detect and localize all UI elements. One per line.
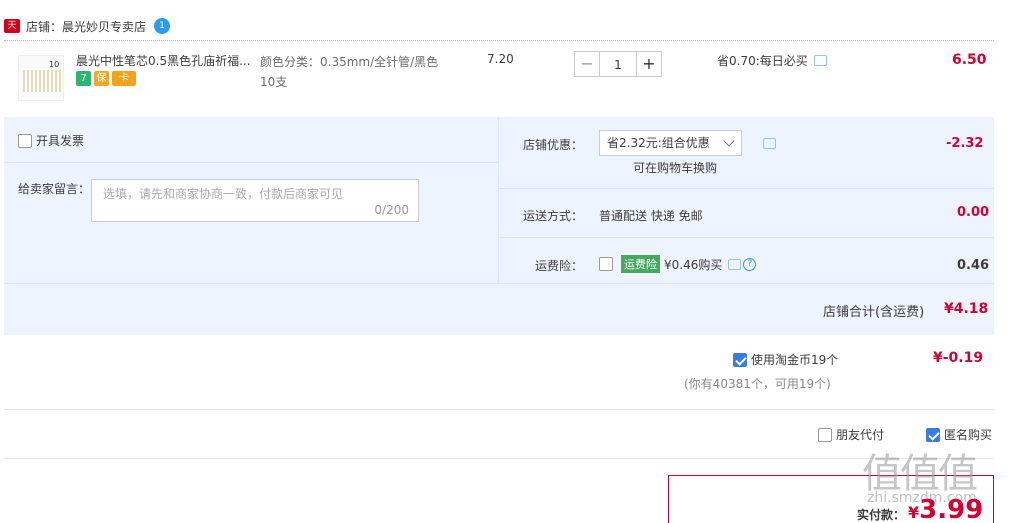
insurance-option: 运费险 ¥0.46购买 ? — [599, 255, 757, 273]
insurance-label: 运费险： — [535, 259, 584, 273]
product-thumbnail[interactable]: 10支 — [18, 55, 64, 101]
unit-price: 7.20 — [487, 52, 514, 66]
taojinbi-label: 使用淘金币19个 — [751, 353, 839, 367]
taojinbi-checkbox[interactable] — [733, 352, 747, 367]
shop-discount-selected: 省2.32元:组合优惠 — [607, 136, 710, 150]
order-options-panel: 开具发票 给卖家留言： 选填，请先和商家协商一致，付款后商家可见 0/200 店… — [4, 117, 994, 335]
seller-note-counter: 0/200 — [374, 203, 409, 217]
shipping-label: 运送方式： — [523, 209, 584, 223]
order-item-row: 10支 晨光中性笔芯0.5黑色孔庙祈福... 7 保 卡 颜色分类：0.35mm… — [4, 41, 994, 115]
shop-total-label: 店铺合计(含运费) — [823, 305, 925, 320]
payment-label: 实付款： — [857, 508, 906, 522]
guarantee-icon[interactable]: 保 — [94, 71, 109, 86]
divider — [4, 409, 994, 410]
invoice-checkbox[interactable] — [18, 133, 32, 148]
quantity-stepper: − 1 + — [574, 51, 662, 77]
comment-icon[interactable] — [813, 55, 827, 66]
help-icon[interactable]: ? — [743, 257, 757, 271]
taojinbi-note: (你有40381个，可用19个) — [684, 377, 831, 391]
shipping-method: 普通配送 快递 免邮 — [599, 209, 703, 223]
payment-currency: ¥ — [908, 503, 920, 522]
saving-info: 省0.70:每日必买 — [717, 52, 827, 69]
product-title-link[interactable]: 晨光中性笔芯0.5黑色孔庙祈福... — [76, 52, 254, 69]
payment-amount: ¥3.99 — [908, 495, 983, 523]
service-badges: 7 保 卡 — [76, 71, 136, 86]
shipping-fee: 0.00 — [957, 205, 990, 220]
shop-discount-select[interactable]: 省2.32元:组合优惠 — [599, 130, 742, 156]
saving-text: 省0.70:每日必买 — [717, 54, 808, 68]
product-spec: 颜色分类：0.35mm/全针管/黑色10支 — [260, 55, 439, 89]
shop-discount-value: -2.32 — [946, 136, 984, 151]
anonymous-checkbox[interactable] — [926, 427, 940, 442]
tmall-badge: 天猫 — [4, 19, 20, 45]
chevron-down-icon — [723, 135, 735, 147]
comment-icon[interactable] — [763, 138, 776, 149]
invoice-label: 开具发票 — [36, 134, 85, 148]
shop-discount-tip: 可在购物车换购 — [633, 161, 718, 175]
insurance-value: 0.46 — [957, 258, 990, 273]
quantity-decrease-button[interactable]: − — [574, 51, 600, 77]
insurance-tag: 运费险 — [621, 255, 660, 273]
quantity-increase-button[interactable]: + — [636, 51, 662, 77]
quantity-input[interactable]: 1 — [600, 51, 636, 77]
seller-note-input[interactable]: 选填，请先和商家协商一致，付款后商家可见 0/200 — [91, 179, 419, 222]
seven-day-return-icon[interactable]: 7 — [76, 71, 91, 86]
insurance-checkbox[interactable] — [599, 257, 613, 271]
item-total: 6.50 — [952, 52, 987, 68]
shop-header: 天猫 店铺：晨光妙贝专卖店 1 — [4, 16, 171, 45]
friend-pay-checkbox[interactable] — [818, 427, 832, 442]
taojinbi-value: ¥-0.19 — [933, 350, 984, 366]
payment-value: 3.99 — [919, 495, 984, 523]
credit-card-icon[interactable]: 卡 — [112, 71, 136, 86]
insurance-price-text: ¥0.46购买 — [664, 257, 723, 272]
shop-total-value: ¥4.18 — [944, 301, 989, 317]
invoice-option[interactable]: 开具发票 — [18, 132, 84, 149]
divider — [4, 458, 994, 459]
comment-icon[interactable] — [728, 258, 742, 270]
shop-name-link[interactable]: 店铺：晨光妙贝专卖店 — [26, 18, 146, 35]
shop-discount-label: 店铺优惠： — [523, 138, 584, 152]
seller-note-placeholder: 选填，请先和商家协商一致，付款后商家可见 — [103, 187, 344, 201]
taojinbi-option[interactable]: 使用淘金币19个 — [733, 351, 838, 368]
wangwang-chat-icon[interactable]: 1 — [154, 18, 171, 34]
seller-note-label: 给卖家留言： — [18, 182, 91, 196]
